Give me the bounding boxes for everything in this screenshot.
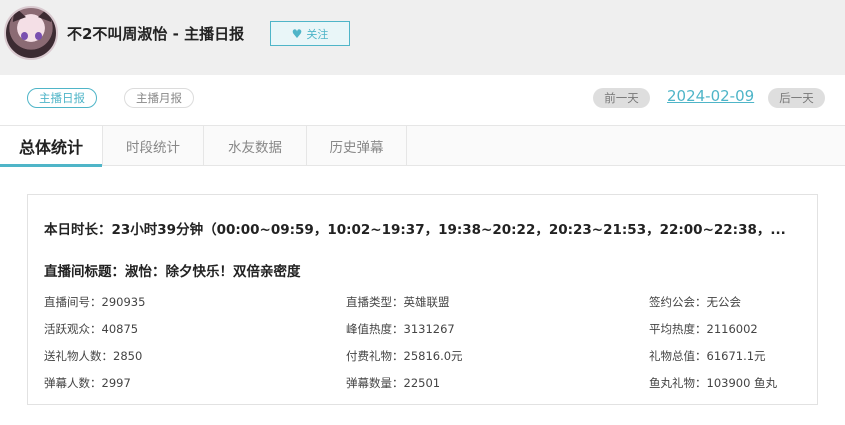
stat-paid-gifts: 付费礼物：25816.0元 (346, 349, 463, 363)
tab-fan-data[interactable]: 水友数据 (204, 126, 307, 166)
stat-room-id: 直播间号：290935 (44, 295, 146, 309)
room-title: 直播间标题：淑怡：除夕快乐！双倍亲密度 (44, 264, 301, 280)
stat-peak-heat: 峰值热度：3131267 (346, 322, 455, 336)
avatar-ear-left (8, 8, 26, 22)
heart-icon: ♥ (291, 26, 303, 41)
stat-stream-category: 直播类型：英雄联盟 (346, 295, 450, 309)
follow-button[interactable]: ♥ 关注 (270, 21, 350, 46)
stream-duration: 本日时长：23小时39分钟（00:00~09:59，10:02~19:37，19… (44, 222, 786, 238)
avatar-ear-right (38, 8, 56, 22)
page-title: 不2不叫周淑怡 - 主播日报 (67, 25, 245, 43)
tab-overall-stats[interactable]: 总体统计 (0, 126, 103, 167)
stat-danmaku-users: 弹幕人数：2997 (44, 376, 131, 390)
avatar[interactable] (4, 6, 58, 60)
stat-gift-senders: 送礼物人数：2850 (44, 349, 143, 363)
avatar-eye-left (21, 32, 28, 40)
stat-gift-total: 礼物总值：61671.1元 (649, 349, 766, 363)
avatar-eye-right (35, 32, 42, 40)
header: 不2不叫周淑怡 - 主播日报 ♥ 关注 (0, 0, 845, 75)
summary-card: 本日时长：23小时39分钟（00:00~09:59，10:02~19:37，19… (27, 194, 818, 405)
prev-day-button[interactable]: 前一天 (593, 88, 650, 108)
next-day-button[interactable]: 后一天 (768, 88, 825, 108)
monthly-report-button[interactable]: 主播月报 (124, 88, 194, 108)
daily-report-button[interactable]: 主播日报 (27, 88, 97, 108)
stat-average-heat: 平均热度：2116002 (649, 322, 758, 336)
tab-history-danmaku[interactable]: 历史弹幕 (307, 126, 407, 166)
date-picker-link[interactable]: 2024-02-09 (667, 87, 754, 105)
stat-active-viewers: 活跃观众：40875 (44, 322, 139, 336)
follow-label: 关注 (306, 27, 329, 41)
stat-guild: 签约公会：无公会 (649, 295, 741, 309)
stat-danmaku-count: 弹幕数量：22501 (346, 376, 441, 390)
tab-period-stats[interactable]: 时段统计 (103, 126, 204, 166)
tab-bar: 总体统计 时段统计 水友数据 历史弹幕 (0, 125, 845, 167)
stat-fishball-gifts: 鱼丸礼物：103900 鱼丸 (649, 376, 778, 390)
